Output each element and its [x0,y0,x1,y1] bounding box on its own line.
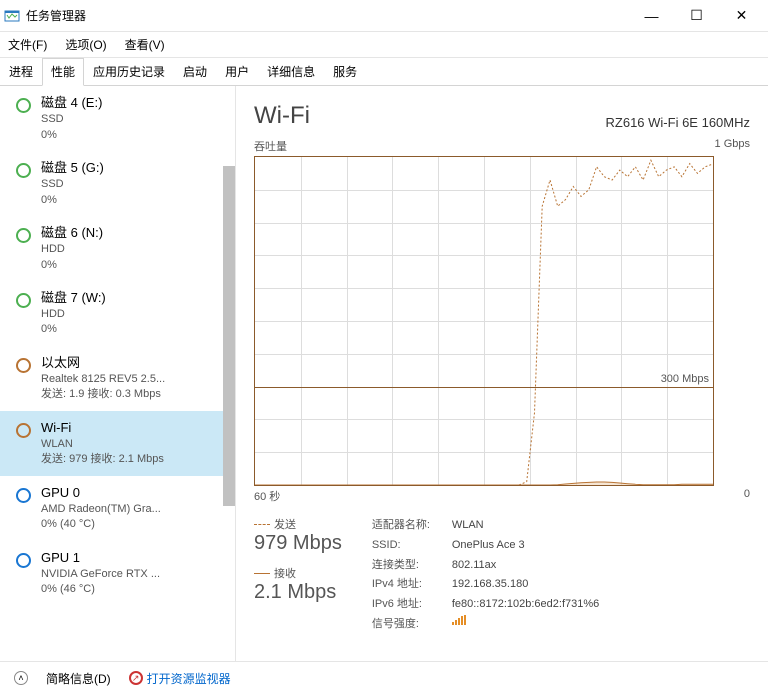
sidebar-item-sub2: 0% (40 °C) [41,517,225,532]
connection-info: 适配器名称: WLAN SSID: OnePlus Ace 3 连接类型: 802.1… [372,516,599,635]
sidebar-item-sub2: 0% [41,258,225,273]
sidebar-item-1[interactable]: 磁盘 5 (G:)SSD0% [0,151,235,216]
sidebar-item-6[interactable]: GPU 0AMD Radeon(TM) Gra...0% (40 °C) [0,476,235,541]
window-titlebar: 任务管理器 — ☐ ✕ [0,0,768,32]
chart-x-left: 60 秒 [254,488,280,504]
chart-x-right: 0 [744,488,750,504]
chart-svg [255,157,713,485]
sidebar-item-icon [16,488,31,503]
stat-recv: 接收 2.1 Mbps [254,565,342,604]
sidebar-item-sub1: NVIDIA GeForce RTX ... [41,567,225,582]
sidebar-item-sub1: WLAN [41,437,225,452]
info-ipv4-k: IPv4 地址: [372,575,442,595]
tab-users[interactable]: 用户 [216,58,258,85]
sidebar-item-5[interactable]: Wi-FiWLAN发送: 979 接收: 2.1 Mbps [0,411,235,476]
signal-bars-icon [452,615,466,625]
sidebar-item-icon [16,423,31,438]
chevron-up-icon[interactable]: ˄ [14,671,28,685]
main-panel: Wi-Fi RZ616 Wi-Fi 6E 160MHz 吞吐量 1 Gbps 3… [236,86,768,661]
sidebar-item-icon [16,228,31,243]
sidebar-item-name: GPU 1 [41,549,225,567]
sidebar-item-sub2: 0% (46 °C) [41,582,225,597]
throughput-chart: 300 Mbps [254,156,714,486]
info-ssid-v: OnePlus Ace 3 [452,536,525,556]
resource-monitor-icon: ↗ [129,671,143,685]
menu-view[interactable]: 查看(V) [123,34,167,55]
minimize-button[interactable]: — [629,1,674,31]
sidebar-item-sub1: SSD [41,177,225,192]
open-resource-monitor-link[interactable]: 打开资源监视器 [147,670,231,687]
menu-options[interactable]: 选项(O) [63,34,108,55]
sidebar-item-name: 磁盘 5 (G:) [41,159,225,177]
page-title: Wi-Fi [254,102,310,130]
sidebar-item-sub1: SSD [41,112,225,127]
sidebar-item-name: 磁盘 7 (W:) [41,289,225,307]
info-ipv6-v: fe80::8172:102b:6ed2:f731%6 [452,595,599,615]
sidebar-item-0[interactable]: 磁盘 4 (E:)SSD0% [0,86,235,151]
info-signal-k: 信号强度: [372,615,442,635]
chart-label-throughput: 吞吐量 [254,138,287,154]
info-conn-k: 连接类型: [372,556,442,576]
sidebar-item-sub1: Realtek 8125 REV5 2.5... [41,372,225,387]
sidebar-item-3[interactable]: 磁盘 7 (W:)HDD0% [0,281,235,346]
adapter-model: RZ616 Wi-Fi 6E 160MHz [606,115,750,130]
sidebar-item-icon [16,163,31,178]
sidebar-item-sub1: HDD [41,242,225,257]
window-title: 任务管理器 [26,7,629,24]
sidebar-item-icon [16,293,31,308]
close-button[interactable]: ✕ [719,1,764,31]
tab-app-history[interactable]: 应用历史记录 [84,58,174,85]
chart-label-max: 1 Gbps [715,138,750,154]
tab-services[interactable]: 服务 [324,58,366,85]
stat-send: 发送 979 Mbps [254,516,342,555]
stat-recv-label: 接收 [274,565,296,581]
stat-send-value: 979 Mbps [254,532,342,555]
info-adapter-v: WLAN [452,516,484,536]
sidebar-item-sub1: AMD Radeon(TM) Gra... [41,502,225,517]
sidebar-item-name: 以太网 [41,354,225,372]
info-adapter-k: 适配器名称: [372,516,442,536]
tab-performance[interactable]: 性能 [42,58,84,86]
app-icon [4,8,20,24]
sidebar-item-4[interactable]: 以太网Realtek 8125 REV5 2.5...发送: 1.9 接收: 0… [0,346,235,411]
info-conn-v: 802.11ax [452,556,496,576]
menu-file[interactable]: 文件(F) [6,34,49,55]
footer: ˄ 简略信息(D) ↗ 打开资源监视器 [0,661,768,694]
info-ipv6-k: IPv6 地址: [372,595,442,615]
stat-recv-value: 2.1 Mbps [254,581,342,604]
info-ssid-k: SSID: [372,536,442,556]
menubar: 文件(F) 选项(O) 查看(V) [0,32,768,58]
sidebar-item-icon [16,358,31,373]
sidebar-item-sub2: 0% [41,193,225,208]
performance-sidebar: 磁盘 4 (E:)SSD0%磁盘 5 (G:)SSD0%磁盘 6 (N:)HDD… [0,86,236,661]
sidebar-item-name: 磁盘 4 (E:) [41,94,225,112]
tab-processes[interactable]: 进程 [0,58,42,85]
sidebar-item-name: Wi-Fi [41,419,225,437]
sidebar-scrollbar[interactable] [223,166,235,506]
tab-details[interactable]: 详细信息 [258,58,324,85]
tab-startup[interactable]: 启动 [174,58,216,85]
sidebar-item-icon [16,98,31,113]
sidebar-item-sub2: 0% [41,128,225,143]
info-ipv4-v: 192.168.35.180 [452,575,528,595]
maximize-button[interactable]: ☐ [674,1,719,31]
sidebar-item-sub1: HDD [41,307,225,322]
sidebar-item-7[interactable]: GPU 1NVIDIA GeForce RTX ...0% (46 °C) [0,541,235,606]
sidebar-item-sub2: 发送: 979 接收: 2.1 Mbps [41,452,225,467]
sidebar-item-2[interactable]: 磁盘 6 (N:)HDD0% [0,216,235,281]
sidebar-item-icon [16,553,31,568]
brief-info-link[interactable]: 简略信息(D) [46,670,111,687]
sidebar-item-sub2: 0% [41,322,225,337]
sidebar-item-name: GPU 0 [41,484,225,502]
sidebar-item-name: 磁盘 6 (N:) [41,224,225,242]
sidebar-item-sub2: 发送: 1.9 接收: 0.3 Mbps [41,387,225,402]
tab-bar: 进程 性能 应用历史记录 启动 用户 详细信息 服务 [0,58,768,86]
stat-send-label: 发送 [274,516,296,532]
